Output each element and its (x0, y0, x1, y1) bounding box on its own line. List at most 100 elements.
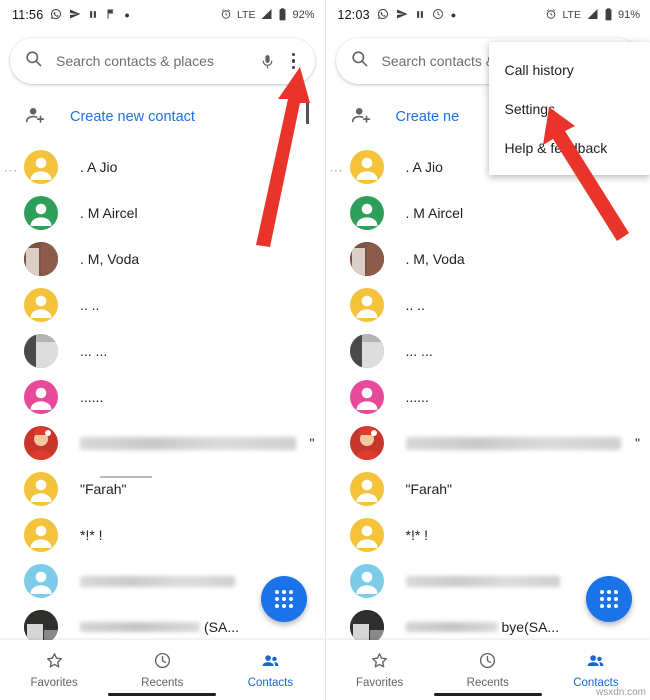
dialpad-fab[interactable] (586, 576, 632, 622)
signal-icon (260, 8, 273, 22)
contact-name-tail: " (309, 435, 315, 451)
overflow-dots: ... (329, 159, 344, 175)
clock-icon (153, 651, 172, 673)
contact-name: . M, Voda (405, 251, 465, 267)
battery-percent: 91% (617, 9, 640, 21)
list-item[interactable]: .. .. (0, 282, 325, 328)
avatar (24, 196, 58, 230)
mic-icon[interactable] (255, 53, 281, 70)
contact-name-blurred (80, 575, 235, 587)
avatar (349, 426, 384, 460)
nav-tab-recents[interactable]: Recents (434, 651, 542, 689)
phone-screen-right: 12:03 ● LTE 91% Search contacts & Create… (324, 0, 650, 700)
menu-item-call-history[interactable]: Call history (489, 50, 650, 89)
status-bar-left-group: 12:03 ● (338, 8, 546, 22)
bottom-navigation-left: Favorites Recents Contacts (0, 640, 325, 700)
avatar (349, 150, 384, 184)
contact-name: ... ... (80, 343, 108, 359)
search-bar[interactable]: Search contacts & places (10, 38, 315, 84)
avatar (349, 242, 384, 276)
person-add-icon (350, 104, 372, 131)
battery-icon (278, 7, 287, 23)
overflow-menu: Call history Settings Help & feedback (488, 42, 650, 175)
dialpad-fab[interactable] (260, 576, 307, 622)
list-item[interactable]: " (0, 420, 325, 466)
status-bar-left-group: 11:56 ● (12, 8, 220, 22)
nav-tab-favorites[interactable]: Favorites (0, 651, 108, 689)
clock-icon (478, 651, 497, 673)
create-new-contact-row[interactable]: Create new contact (0, 90, 325, 144)
list-item[interactable]: "Farah" (326, 466, 650, 512)
avatar (349, 196, 384, 230)
avatar (24, 334, 58, 368)
send-icon (396, 8, 408, 22)
search-icon (350, 49, 369, 73)
avatar (349, 564, 384, 598)
contact-name: ...... (405, 389, 429, 405)
status-bar-right-group: LTE 91% (545, 7, 640, 23)
contact-name-tail: " (635, 435, 640, 451)
pause-icon (88, 9, 98, 22)
list-item[interactable]: ... . A Jio (0, 144, 325, 190)
dialpad-icon (274, 590, 293, 608)
list-item[interactable]: .. .. (326, 282, 650, 328)
clock-icon (432, 8, 444, 22)
search-icon (24, 49, 43, 73)
status-bar-left: 11:56 ● LTE 92% (0, 0, 325, 30)
contact-name: . M Aircel (405, 205, 464, 221)
list-item[interactable]: ... ... (326, 328, 650, 374)
nav-tab-favorites[interactable]: Favorites (326, 651, 434, 689)
list-item[interactable]: " (326, 420, 650, 466)
search-input[interactable]: Search contacts & places (56, 53, 255, 69)
star-icon (45, 651, 64, 673)
flag-icon (105, 8, 117, 22)
avatar (349, 334, 384, 368)
avatar (349, 380, 384, 414)
text-cursor-marker (306, 100, 309, 124)
status-clock: 12:03 (337, 8, 370, 22)
overflow-dots: ... (4, 159, 18, 175)
battery-icon (604, 7, 613, 23)
star-icon (370, 651, 389, 673)
nav-tab-recents[interactable]: Recents (108, 651, 216, 689)
nav-label-recents: Recents (466, 677, 509, 689)
list-item[interactable]: *!* ! (0, 512, 325, 558)
more-options-icon[interactable] (281, 52, 307, 70)
nav-tab-contacts[interactable]: Contacts (542, 651, 650, 689)
avatar (349, 518, 384, 552)
create-new-contact-label: Create ne (395, 109, 460, 125)
contact-name: ...... (80, 389, 104, 405)
avatar (24, 426, 58, 460)
contact-name-blurred (405, 436, 622, 450)
list-item[interactable]: . M, Voda (326, 236, 650, 282)
list-item[interactable]: ...... (326, 374, 650, 420)
nav-label-favorites: Favorites (355, 677, 404, 689)
avatar (24, 242, 58, 276)
contact-name: .. .. (405, 297, 425, 313)
list-item[interactable]: . M Aircel (326, 190, 650, 236)
phone-screen-left: 11:56 ● LTE 92% Search contacts & places… (0, 0, 325, 700)
avatar (24, 380, 58, 414)
contact-name: "Farah" (80, 481, 127, 497)
strikethrough-line (100, 476, 152, 478)
signal-icon (586, 8, 599, 22)
contact-name: . M, Voda (80, 251, 140, 267)
list-item[interactable]: ... ... (0, 328, 325, 374)
alarm-icon (545, 8, 557, 22)
home-indicator (108, 693, 217, 696)
nav-tab-contacts[interactable]: Contacts (216, 651, 324, 689)
list-item[interactable]: "Farah" (0, 466, 325, 512)
create-new-contact-label: Create new contact (70, 109, 195, 125)
list-item[interactable]: *!* ! (326, 512, 650, 558)
menu-item-help-feedback[interactable]: Help & feedback (489, 128, 650, 167)
contact-name-blurred (80, 436, 296, 450)
contact-name-tail: bye(SA... (501, 619, 560, 635)
avatar (24, 564, 58, 598)
list-item[interactable]: . M Aircel (0, 190, 325, 236)
menu-item-settings[interactable]: Settings (489, 89, 650, 128)
avatar (349, 472, 384, 506)
list-item[interactable]: . M, Voda (0, 236, 325, 282)
list-item[interactable]: ...... (0, 374, 325, 420)
contact-name-blurred (405, 622, 498, 632)
contact-name: .. .. (80, 297, 100, 313)
